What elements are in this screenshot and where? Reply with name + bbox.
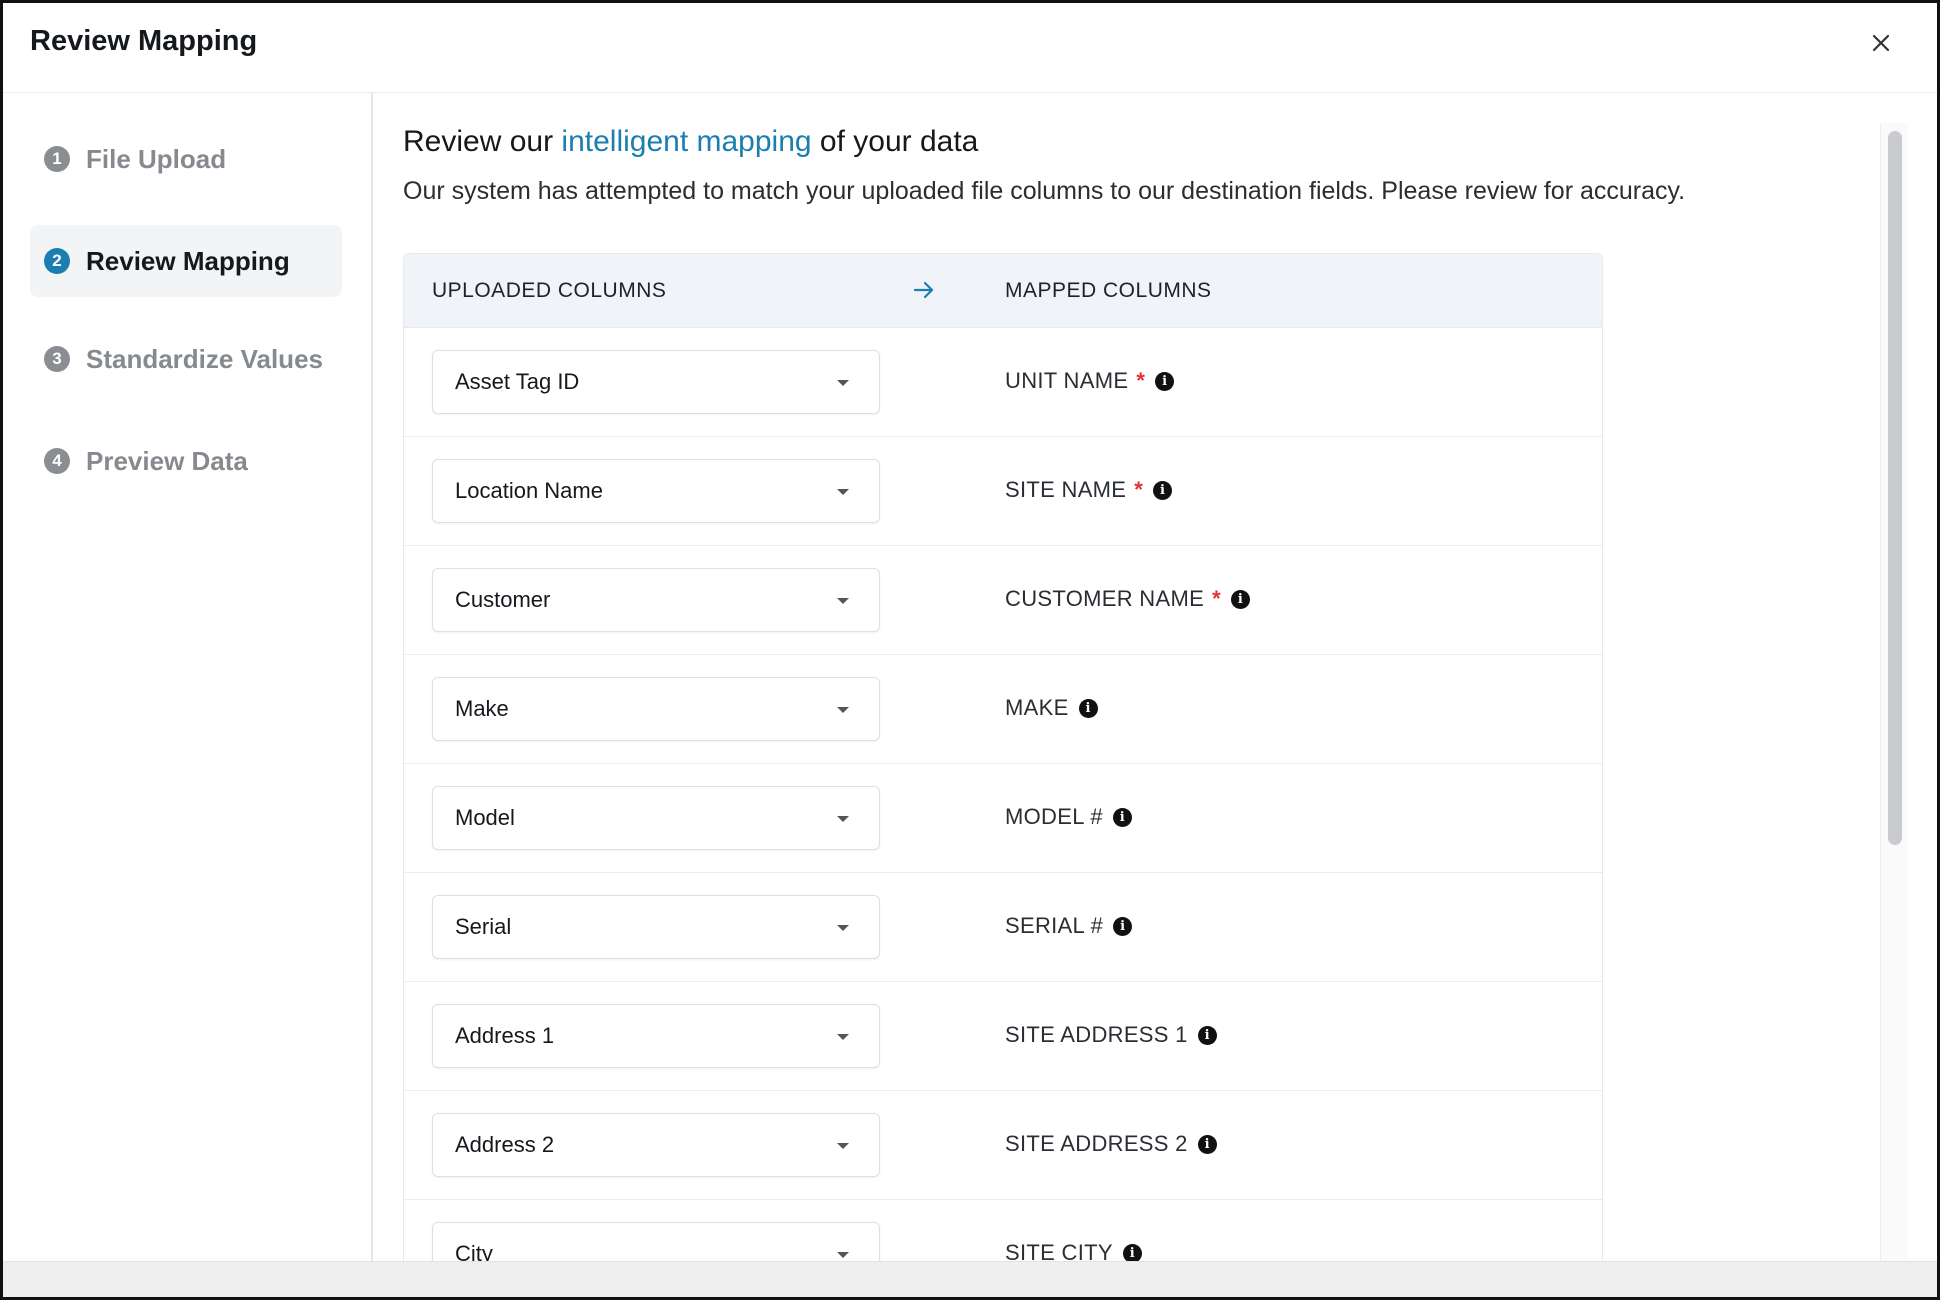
chevron-down-icon	[837, 1034, 849, 1040]
select-value: Address 2	[455, 1132, 555, 1157]
uploaded-column-select[interactable]: Address 2	[432, 1113, 880, 1177]
chevron-down-icon	[837, 1143, 849, 1149]
mapped-column: SITE CITY i	[1005, 1240, 1142, 1261]
mapped-column-label: CUSTOMER NAME	[1005, 586, 1205, 611]
select-value: City	[455, 1241, 493, 1261]
mapped-column: SITE NAME * i	[1005, 477, 1173, 503]
mapping-table: UPLOADED COLUMNS MAPPED COLUMNS Asset Ta…	[403, 253, 1603, 1261]
mapped-column-label: SITE CITY	[1005, 1240, 1113, 1261]
mapped-column: CUSTOMER NAME * i	[1005, 586, 1250, 612]
step-number-badge: 4	[44, 448, 70, 474]
mapping-content: Review our intelligent mapping of your d…	[375, 93, 1875, 1261]
close-icon	[1872, 34, 1890, 52]
step-label: File Upload	[86, 143, 227, 174]
step-number-badge: 3	[44, 346, 70, 372]
mapped-column-label: MAKE	[1005, 695, 1069, 720]
uploaded-column-select[interactable]: Asset Tag ID	[432, 350, 880, 414]
select-value: Serial	[455, 914, 512, 939]
uploaded-column-select[interactable]: City	[432, 1222, 880, 1261]
select-value: Location Name	[455, 478, 603, 503]
mapped-column: SITE ADDRESS 2 i	[1005, 1131, 1217, 1157]
mapping-row: Location Name SITE NAME * i	[404, 437, 1602, 546]
mapping-row: Make MAKE i	[404, 655, 1602, 764]
step-label: Review Mapping	[86, 245, 290, 276]
required-marker: *	[1136, 368, 1146, 393]
uploaded-column-select[interactable]: Serial	[432, 895, 880, 959]
mapping-row: Address 1 SITE ADDRESS 1 i	[404, 982, 1602, 1091]
info-icon[interactable]: i	[1113, 916, 1133, 936]
mapped-column: SITE ADDRESS 1 i	[1005, 1022, 1217, 1048]
step-file-upload[interactable]: 1 File Upload	[30, 123, 342, 195]
mapping-row: Address 2 SITE ADDRESS 2 i	[404, 1091, 1602, 1200]
arrow-right-icon	[913, 281, 934, 299]
mapped-columns-header: MAPPED COLUMNS	[1005, 279, 1212, 302]
step-number-badge: 1	[44, 146, 70, 172]
mapping-row: Customer CUSTOMER NAME * i	[404, 546, 1602, 655]
mapping-row: Serial SERIAL # i	[404, 873, 1602, 982]
uploaded-column-select[interactable]: Customer	[432, 568, 880, 632]
mapped-column: SERIAL # i	[1005, 913, 1133, 939]
select-value: Make	[455, 696, 509, 721]
select-value: Asset Tag ID	[455, 369, 580, 394]
mapping-row: Model MODEL # i	[404, 764, 1602, 873]
content-title: Review our intelligent mapping of your d…	[403, 125, 978, 159]
uploaded-column-select[interactable]: Model	[432, 786, 880, 850]
mapped-column: MAKE i	[1005, 695, 1098, 721]
chevron-down-icon	[837, 489, 849, 495]
select-value: Customer	[455, 587, 551, 612]
mapped-column: MODEL # i	[1005, 804, 1132, 830]
chevron-down-icon	[837, 707, 849, 713]
mapped-column-label: MODEL #	[1005, 804, 1103, 829]
vertical-scrollbar[interactable]	[1880, 123, 1908, 1261]
mapping-table-header: UPLOADED COLUMNS MAPPED COLUMNS	[404, 254, 1602, 328]
steps-sidebar: 1 File Upload 2 Review Mapping 3 Standar…	[3, 93, 373, 1261]
step-preview-data[interactable]: 4 Preview Data	[30, 425, 342, 497]
chevron-down-icon	[837, 598, 849, 604]
uploaded-column-select[interactable]: Make	[432, 677, 880, 741]
mapped-column: UNIT NAME * i	[1005, 368, 1175, 394]
horizontal-scrollbar[interactable]	[3, 1261, 1937, 1297]
title-highlight: intelligent mapping	[561, 125, 812, 158]
info-icon[interactable]: i	[1112, 807, 1132, 827]
select-value: Address 1	[455, 1023, 555, 1048]
info-icon[interactable]: i	[1197, 1025, 1217, 1045]
chevron-down-icon	[837, 816, 849, 822]
chevron-down-icon	[837, 380, 849, 386]
required-marker: *	[1134, 477, 1144, 502]
info-icon[interactable]: i	[1122, 1243, 1142, 1261]
mapped-column-label: SERIAL #	[1005, 913, 1104, 938]
info-icon[interactable]: i	[1078, 698, 1098, 718]
required-marker: *	[1212, 586, 1221, 611]
info-icon[interactable]: i	[1155, 371, 1175, 391]
step-label: Preview Data	[86, 445, 248, 476]
mapped-column-label: SITE ADDRESS 2	[1005, 1131, 1188, 1156]
scrollbar-thumb[interactable]	[1888, 131, 1902, 845]
title-text-end: of your data	[811, 125, 979, 158]
info-icon[interactable]: i	[1197, 1134, 1217, 1154]
dialog-title: Review Mapping	[30, 25, 258, 57]
mapped-column-label: SITE NAME	[1005, 477, 1127, 502]
uploaded-column-select[interactable]: Address 1	[432, 1004, 880, 1068]
select-value: Model	[455, 805, 515, 830]
step-label: Standardize Values	[86, 343, 323, 374]
close-button[interactable]	[1863, 25, 1899, 61]
content-description: Our system has attempted to match your u…	[403, 177, 1686, 205]
dialog-header: Review Mapping	[3, 3, 1937, 93]
review-mapping-dialog: Review Mapping 1 File Upload 2 Review Ma…	[0, 0, 1940, 1300]
uploaded-column-select[interactable]: Location Name	[432, 459, 880, 523]
mapping-row: Asset Tag ID UNIT NAME * i	[404, 328, 1602, 437]
title-text: Review our	[403, 125, 562, 158]
step-standardize-values[interactable]: 3 Standardize Values	[30, 323, 342, 395]
mapped-column-label: UNIT NAME	[1005, 368, 1129, 393]
mapped-column-label: SITE ADDRESS 1	[1005, 1022, 1188, 1047]
uploaded-columns-header: UPLOADED COLUMNS	[432, 279, 667, 302]
chevron-down-icon	[837, 925, 849, 931]
mapping-row: City SITE CITY i	[404, 1200, 1602, 1261]
info-icon[interactable]: i	[1230, 589, 1250, 609]
chevron-down-icon	[837, 1252, 849, 1258]
info-icon[interactable]: i	[1153, 480, 1173, 500]
step-number-badge: 2	[44, 248, 70, 274]
step-review-mapping[interactable]: 2 Review Mapping	[30, 225, 342, 297]
